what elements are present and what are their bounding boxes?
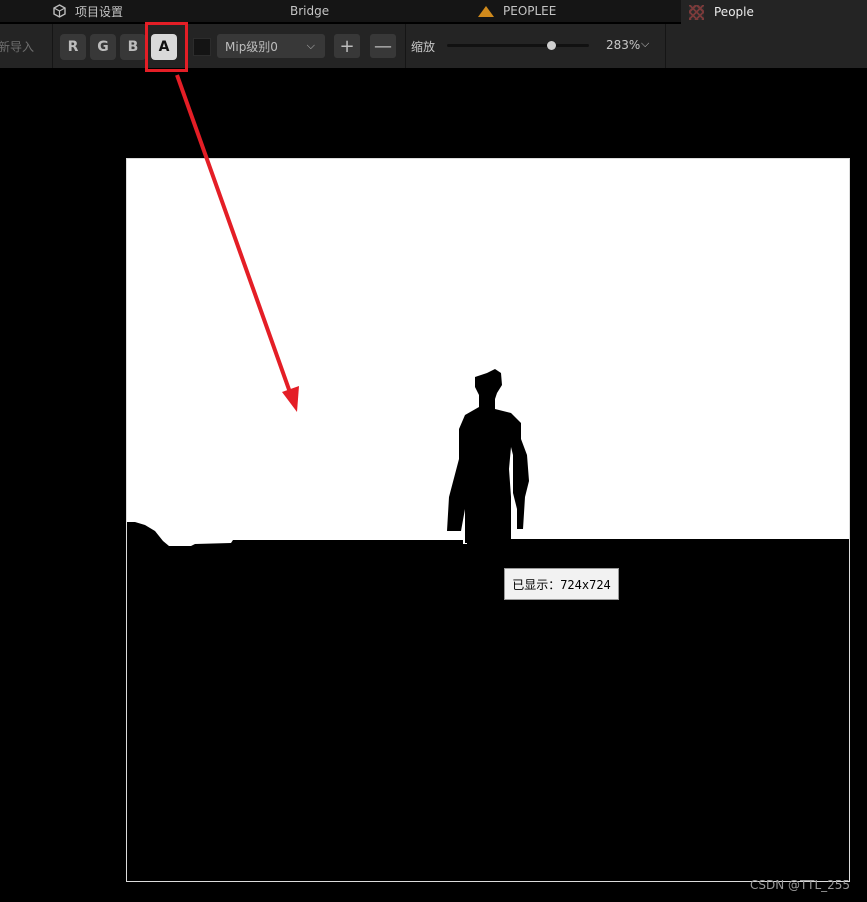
watermark-text: CSDN @TTL_255 (750, 878, 851, 892)
annotation-arrow (175, 74, 299, 412)
